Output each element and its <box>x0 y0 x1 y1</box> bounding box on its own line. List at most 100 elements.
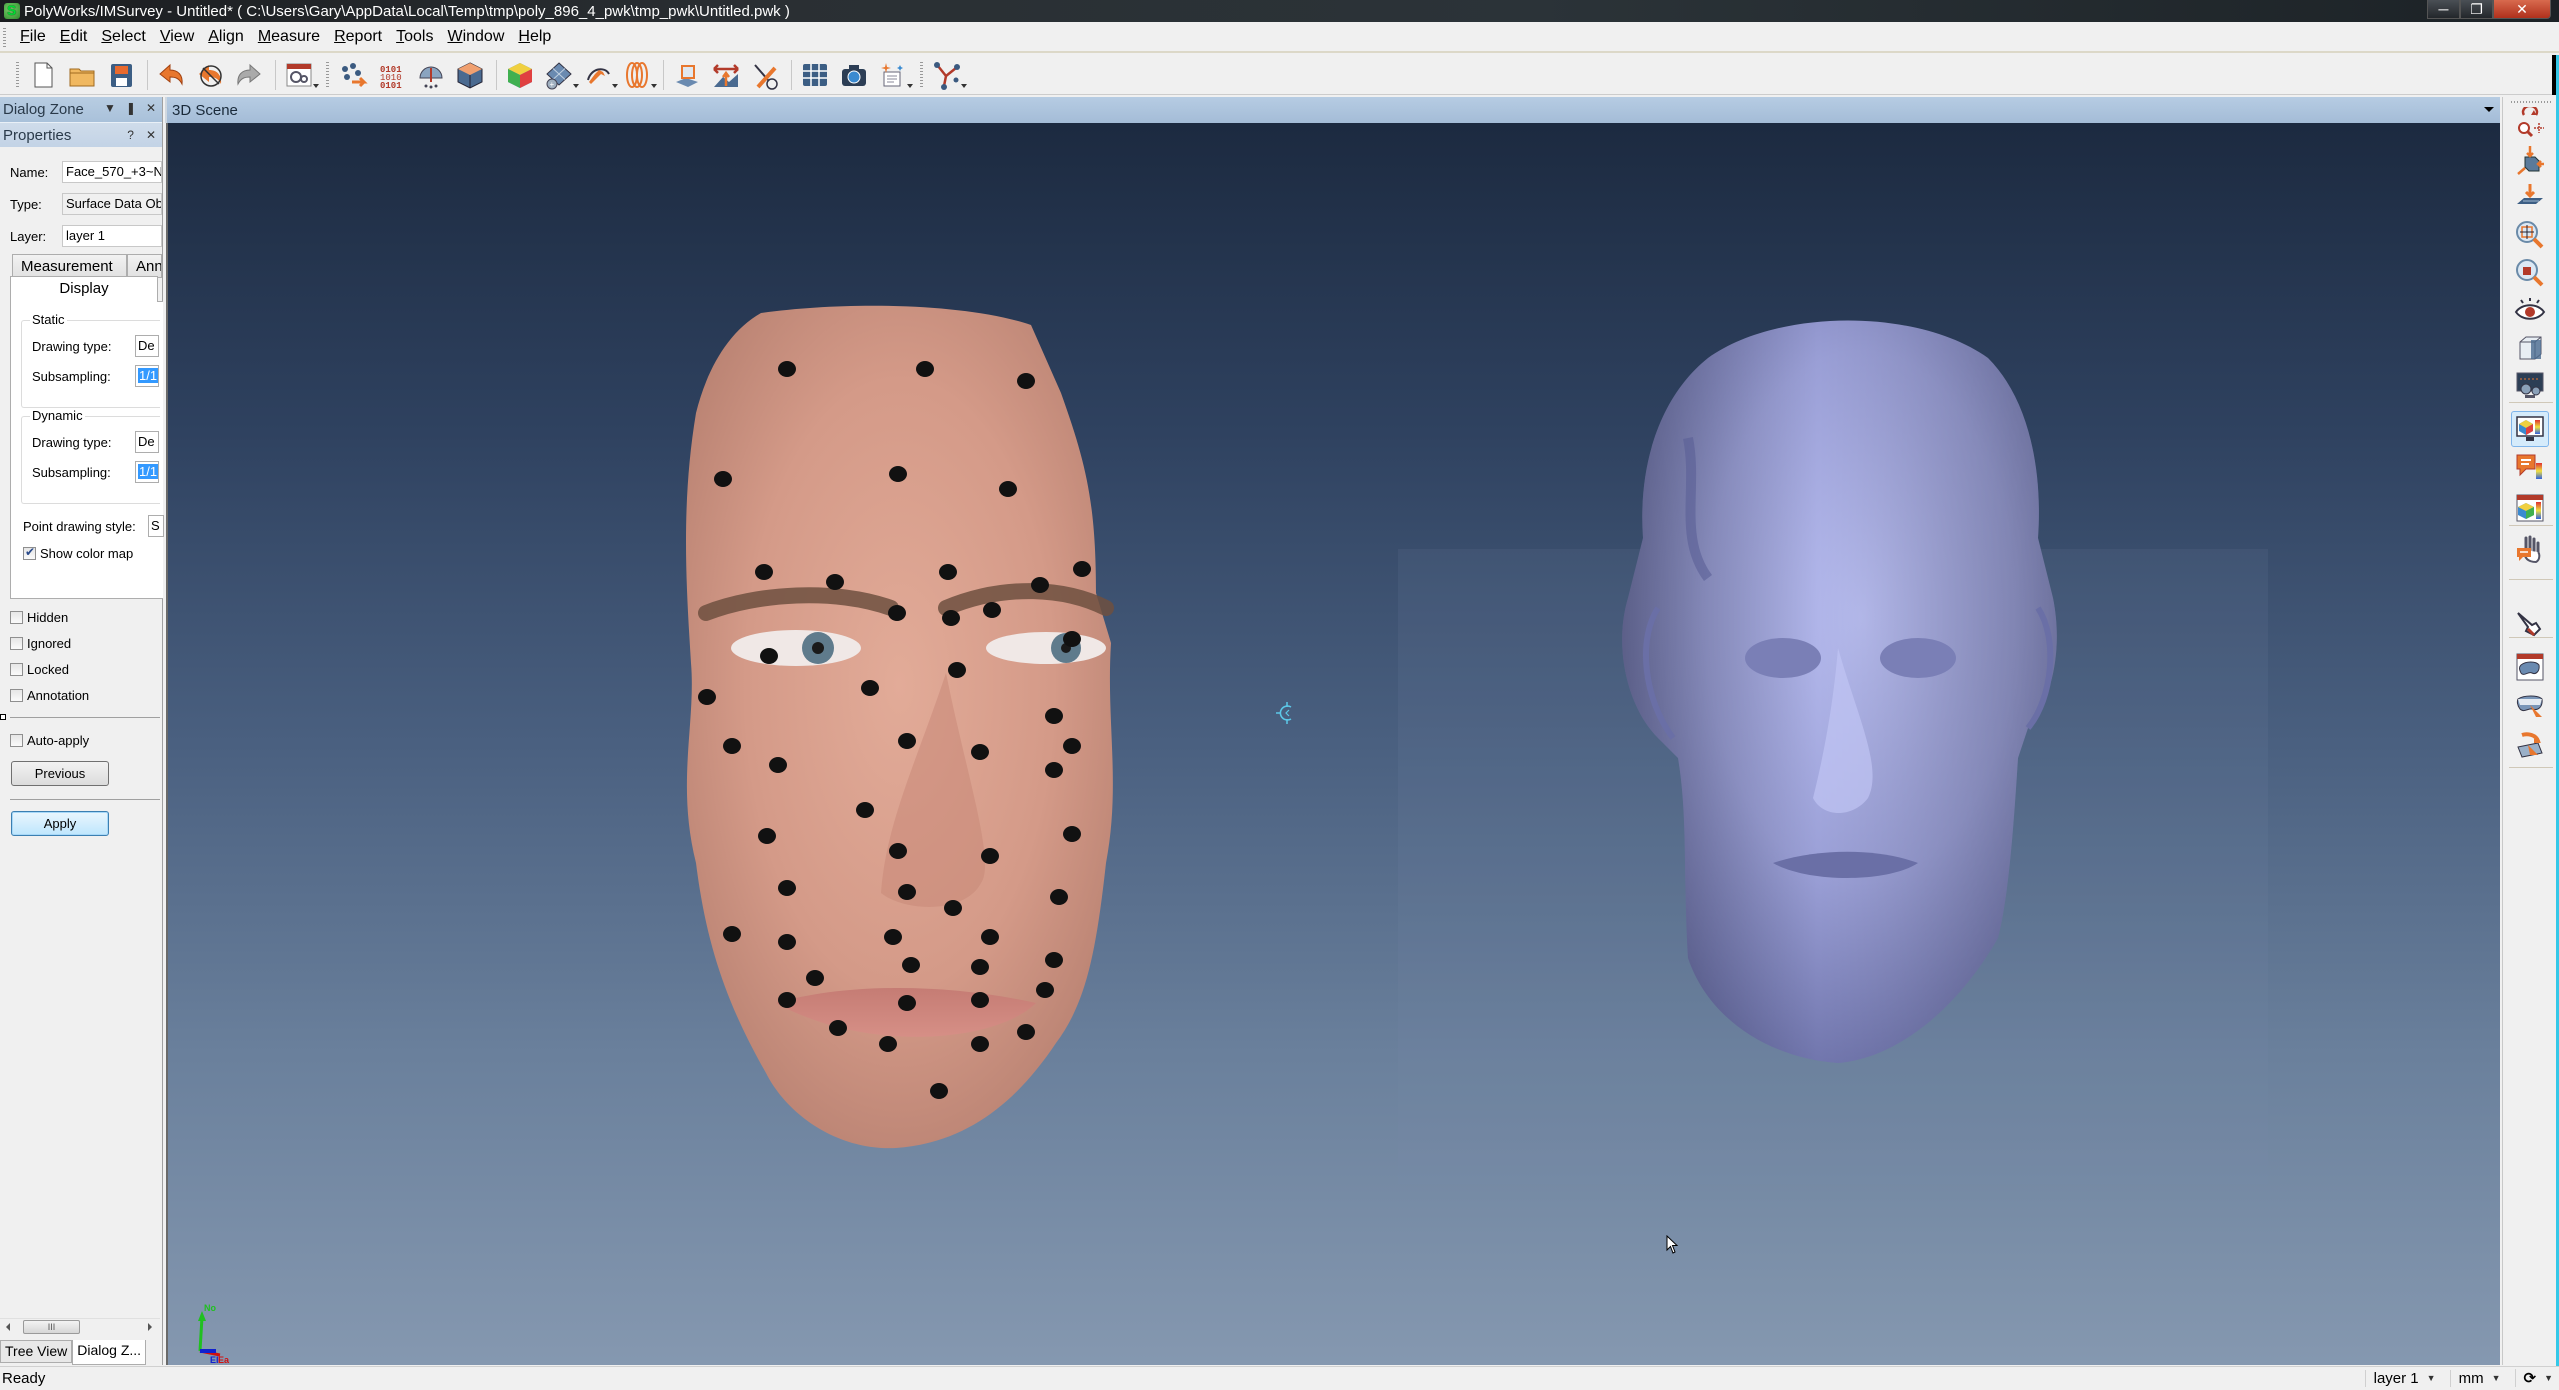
menu-file[interactable]: File <box>14 28 52 46</box>
toolbar-grip[interactable] <box>2511 101 2551 103</box>
tab-annotation[interactable]: Ann <box>127 254 162 278</box>
menu-tools[interactable]: Tools <box>390 28 439 46</box>
menubar-grip[interactable] <box>3 28 6 48</box>
display-settings-button[interactable] <box>2511 367 2549 403</box>
binary-data-button[interactable]: 0101 1010 0101 <box>374 58 410 92</box>
close-panel-icon[interactable]: ✕ <box>146 101 156 115</box>
refresh-selector[interactable]: ⟳ ▼ <box>2514 1369 2553 1387</box>
zoom-object-button[interactable] <box>2511 255 2549 291</box>
fiducial-marker <box>723 738 741 754</box>
toolbar-grip[interactable] <box>920 61 923 88</box>
scroll-thumb[interactable]: III <box>23 1320 80 1334</box>
redo-button[interactable] <box>231 58 267 92</box>
tab-tree-view[interactable]: Tree View <box>0 1340 73 1363</box>
hidden-checkbox[interactable] <box>10 611 23 624</box>
zoom-fit-button[interactable] <box>2511 217 2549 253</box>
undo-history-button[interactable] <box>192 58 228 92</box>
menu-measure[interactable]: Measure <box>252 28 326 46</box>
minimize-button[interactable]: ─ <box>2427 0 2460 19</box>
menu-view[interactable]: View <box>154 28 200 46</box>
previous-button[interactable]: Previous <box>11 761 109 786</box>
dropdown-icon[interactable]: ▼ <box>104 101 116 115</box>
menu-select[interactable]: Select <box>95 28 151 46</box>
ignored-checkbox[interactable] <box>10 637 23 650</box>
snapshot-button[interactable] <box>836 58 872 92</box>
horizontal-scrollbar[interactable]: III <box>0 1318 160 1335</box>
table-button[interactable] <box>797 58 833 92</box>
color-map-window-button[interactable] <box>2511 490 2549 526</box>
mesh-left-eye <box>1745 638 1821 678</box>
gap-flush-button[interactable] <box>708 58 744 92</box>
color-map-button[interactable] <box>502 58 538 92</box>
app-logo-icon <box>4 2 20 19</box>
menu-window[interactable]: Window <box>441 28 510 46</box>
visibility-button[interactable] <box>2511 293 2549 329</box>
scan-probe-button[interactable] <box>413 58 449 92</box>
resize-handle[interactable] <box>0 714 6 720</box>
menu-report[interactable]: Report <box>328 28 388 46</box>
curve-tools-button[interactable] <box>580 58 618 92</box>
transform-box-button[interactable] <box>2511 142 2549 178</box>
gray-mesh-head[interactable] <box>1598 318 2078 1063</box>
restore-button[interactable]: ❐ <box>2460 0 2493 19</box>
help-icon[interactable]: ? <box>127 128 134 142</box>
comparison-button[interactable] <box>747 58 783 92</box>
close-button[interactable]: ✕ <box>2493 0 2551 19</box>
show-color-map-checkbox[interactable] <box>23 545 36 560</box>
window-title: PolyWorks/IMSurvey - Untitled* ( C:\User… <box>24 2 790 20</box>
scene-menu-dropdown-icon[interactable] <box>2484 107 2494 112</box>
3d-viewport[interactable]: No El Ea <box>166 123 2500 1365</box>
menu-edit[interactable]: Edit <box>54 28 94 46</box>
textured-face-scan[interactable] <box>666 303 1126 1163</box>
toolbar-separator <box>2509 637 2553 638</box>
name-field[interactable]: Face_570_+3~N <box>62 161 162 183</box>
view-cube-button[interactable] <box>2511 330 2549 366</box>
locked-label: Locked <box>27 662 69 677</box>
apply-button[interactable]: Apply <box>11 811 109 836</box>
scroll-right-icon[interactable] <box>148 1323 152 1331</box>
pin-icon[interactable]: ❚ <box>126 101 136 115</box>
features-button[interactable] <box>669 58 705 92</box>
import-points-button[interactable] <box>335 58 371 92</box>
shape-window-button[interactable] <box>2511 649 2549 685</box>
shape-select-button[interactable] <box>2511 689 2549 725</box>
toolbar-grip[interactable] <box>16 61 19 88</box>
options-button[interactable] <box>281 58 319 92</box>
tab-dialog-zone[interactable]: Dialog Z... <box>72 1340 147 1365</box>
static-subsampling-input[interactable]: 1/1 <box>135 365 159 387</box>
scroll-left-icon[interactable] <box>6 1323 10 1331</box>
annotation-checkbox[interactable] <box>10 689 23 702</box>
plane-transform-button[interactable] <box>2511 729 2549 765</box>
layer-selector[interactable]: layer 1 ▼ <box>2364 1369 2436 1387</box>
open-file-button[interactable] <box>64 58 100 92</box>
report-items-button[interactable] <box>875 58 913 92</box>
dynamic-drawing-type-select[interactable]: De <box>135 431 159 453</box>
polygon-model-button[interactable] <box>452 58 488 92</box>
surface-create-button[interactable]: + <box>541 58 579 92</box>
menu-help[interactable]: Help <box>512 28 557 46</box>
new-file-button[interactable] <box>25 58 61 92</box>
tab-display[interactable]: Display <box>10 276 158 302</box>
hand-annotation-button[interactable] <box>2511 532 2549 568</box>
cross-sections-button[interactable] <box>619 58 657 92</box>
point-drawing-style-select[interactable]: S <box>148 515 164 537</box>
locked-checkbox[interactable] <box>10 663 23 676</box>
pointer-select-button[interactable] <box>2511 605 2549 641</box>
menu-align[interactable]: Align <box>202 28 250 46</box>
color-map-display-button[interactable] <box>2511 411 2549 447</box>
rotate-zoom-pan-button[interactable] <box>2511 105 2549 141</box>
close-properties-icon[interactable]: ✕ <box>146 128 156 142</box>
auto-apply-checkbox[interactable] <box>10 734 23 747</box>
undo-button[interactable] <box>153 58 189 92</box>
layer-field[interactable]: layer 1 <box>62 225 162 247</box>
tab-measurement[interactable]: Measurement <box>12 254 127 278</box>
project-plane-button[interactable] <box>2511 180 2549 216</box>
toolbar-grip[interactable] <box>326 61 329 88</box>
static-drawing-type-select[interactable]: De <box>135 335 159 357</box>
annotation-colors-button[interactable] <box>2511 449 2549 485</box>
units-selector[interactable]: mm ▼ <box>2449 1369 2501 1387</box>
toolbar-separator <box>147 59 148 90</box>
probing-button[interactable] <box>929 58 967 92</box>
dynamic-subsampling-input[interactable]: 1/1 <box>135 461 159 483</box>
save-file-button[interactable] <box>103 58 139 92</box>
